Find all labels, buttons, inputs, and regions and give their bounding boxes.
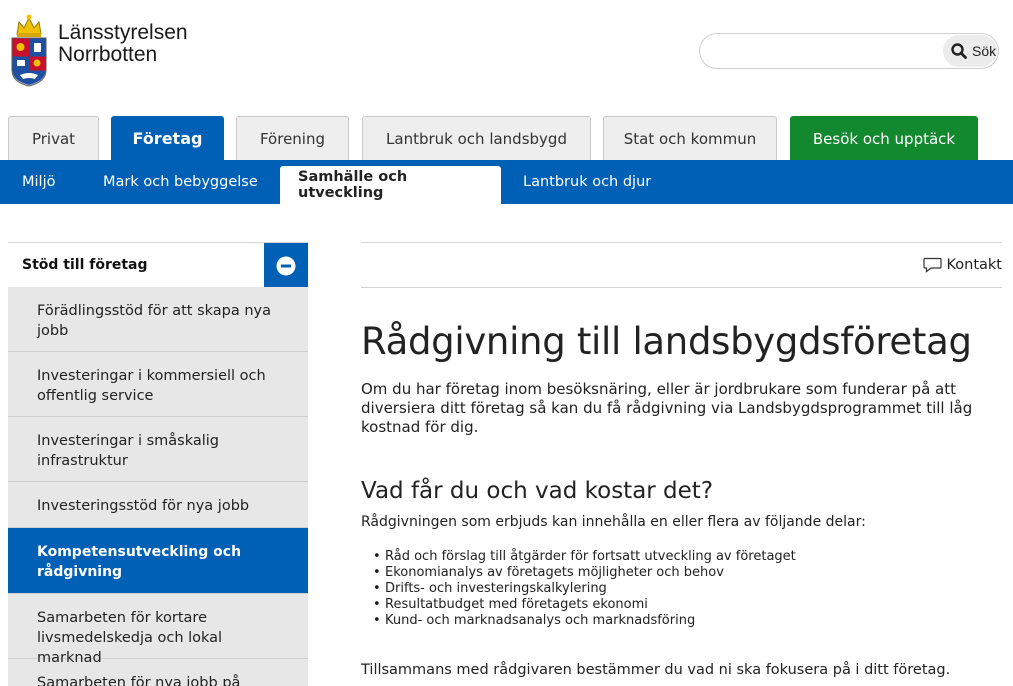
- tab-foretag[interactable]: Företag: [111, 116, 224, 160]
- tab-label: Stat och kommun: [623, 129, 757, 148]
- subnav-label: Samhälle och utveckling: [298, 169, 408, 201]
- list-item: Resultatbudget med företagets ekonomi: [361, 597, 796, 613]
- list-item: Råd och förslag till åtgärder för fortsa…: [361, 549, 796, 565]
- main-navigation: Privat Företag Förening Lantbruk och lan…: [0, 116, 1013, 160]
- sidebar-item-label: Kompetensutveckling och rådgivning: [37, 544, 242, 580]
- site-logo[interactable]: Länsstyrelsen Norrbotten: [8, 8, 198, 88]
- sidebar-item-label: Samarbeten för nya jobb på: [37, 675, 241, 686]
- speech-bubble-icon: [923, 257, 943, 273]
- search-button-label: Sök: [972, 43, 997, 59]
- subnav-item-samhalle-och-utveckling[interactable]: Samhälle och utveckling: [280, 166, 501, 204]
- subnav-item-miljo[interactable]: Miljö: [22, 160, 55, 204]
- intro-paragraph: Rådgivningen som erbjuds kan innehålla e…: [361, 514, 866, 530]
- tab-label: Företag: [132, 129, 203, 148]
- search-input[interactable]: [716, 42, 936, 60]
- section-heading: Vad får du och vad kostar det?: [361, 478, 714, 504]
- tab-label: Besök och upptäck: [812, 129, 956, 148]
- page-title: Rådgivning till landsbygdsföretag: [361, 320, 972, 363]
- tab-privat[interactable]: Privat: [8, 116, 99, 160]
- closing-paragraph: Tillsammans med rådgivaren bestämmer du …: [361, 662, 951, 678]
- logo-line-2: Norrbotten: [58, 43, 158, 66]
- sidebar-item-label: Investeringar i småskalig infrastruktur: [37, 433, 220, 469]
- tab-forening[interactable]: Förening: [236, 116, 349, 160]
- tab-stat-och-kommun[interactable]: Stat och kommun: [603, 116, 777, 160]
- main-content: Kontakt Rådgivning till landsbygdsföreta…: [361, 242, 1013, 678]
- tab-label: Privat: [31, 129, 76, 148]
- lead-paragraph: Om du har företag inom besöksnäring, ell…: [361, 380, 973, 436]
- subnav-label: Lantbruk och djur: [523, 174, 652, 190]
- tab-lantbruk-och-landsbygd[interactable]: Lantbruk och landsbygd: [362, 116, 591, 160]
- sub-navigation: Miljö Mark och bebyggelse Samhälle och u…: [0, 160, 1013, 204]
- service-list: Råd och förslag till åtgärder för fortsa…: [361, 549, 796, 629]
- search-field[interactable]: Sök: [699, 33, 999, 69]
- subnav-label: Mark och bebyggelse: [103, 174, 258, 190]
- list-item: Ekonomianalys av företagets möjligheter …: [361, 565, 796, 581]
- minus-circle-icon: [276, 256, 296, 275]
- sidebar-heading[interactable]: Stöd till företag: [8, 242, 308, 288]
- sidebar-heading-label: Stöd till företag: [22, 257, 148, 273]
- sidebar-item-foradlingsstod[interactable]: Förädlingsstöd för att skapa nya jobb: [8, 287, 308, 352]
- sidebar-item-investeringar-infrastruktur[interactable]: Investeringar i småskalig infrastruktur: [8, 417, 308, 482]
- sidebar-item-label: Investeringsstöd för nya jobb: [37, 498, 250, 514]
- logo-line-1: Länsstyrelsen: [58, 21, 188, 44]
- subnav-item-lantbruk-och-djur[interactable]: Lantbruk och djur: [523, 160, 651, 204]
- tab-label: Förening: [259, 129, 326, 148]
- contact-label: Kontakt: [946, 257, 1002, 273]
- sidebar-collapse-button[interactable]: [264, 243, 308, 288]
- sidebar-menu: Förädlingsstöd för att skapa nya jobb In…: [8, 287, 308, 686]
- list-item: Drifts- och investeringskalkylering: [361, 581, 796, 597]
- subnav-item-mark-och-bebyggelse[interactable]: Mark och bebyggelse: [103, 160, 258, 204]
- sidebar-item-label: Investeringar i kommersiell och offentli…: [37, 368, 266, 404]
- coat-of-arms-icon: [8, 8, 50, 88]
- sidebar-item-investeringsstod[interactable]: Investeringsstöd för nya jobb: [8, 482, 308, 528]
- tab-besok-och-upptack[interactable]: Besök och upptäck: [790, 116, 978, 160]
- subnav-label: Miljö: [22, 174, 56, 190]
- sidebar-item-label: Förädlingsstöd för att skapa nya jobb: [37, 303, 272, 339]
- search-icon: [951, 43, 967, 59]
- contact-bar: Kontakt: [361, 242, 1002, 288]
- sidebar-item-label: Samarbeten för kortare livsmedelskedja o…: [37, 610, 223, 666]
- search-button[interactable]: Sök: [943, 35, 997, 67]
- logo-wordmark: Länsstyrelsen Norrbotten: [58, 22, 188, 66]
- list-item: Kund- och marknadsanalys och marknadsför…: [361, 613, 796, 629]
- sidebar-item-kompetensutveckling[interactable]: Kompetensutveckling och rådgivning: [8, 528, 308, 594]
- contact-link[interactable]: Kontakt: [923, 257, 1002, 273]
- sidebar-item-samarbeten-livsmedel[interactable]: Samarbeten för kortare livsmedelskedja o…: [8, 594, 308, 666]
- sidebar-item-investeringar-service[interactable]: Investeringar i kommersiell och offentli…: [8, 352, 308, 417]
- tab-label: Lantbruk och landsbygd: [386, 129, 567, 148]
